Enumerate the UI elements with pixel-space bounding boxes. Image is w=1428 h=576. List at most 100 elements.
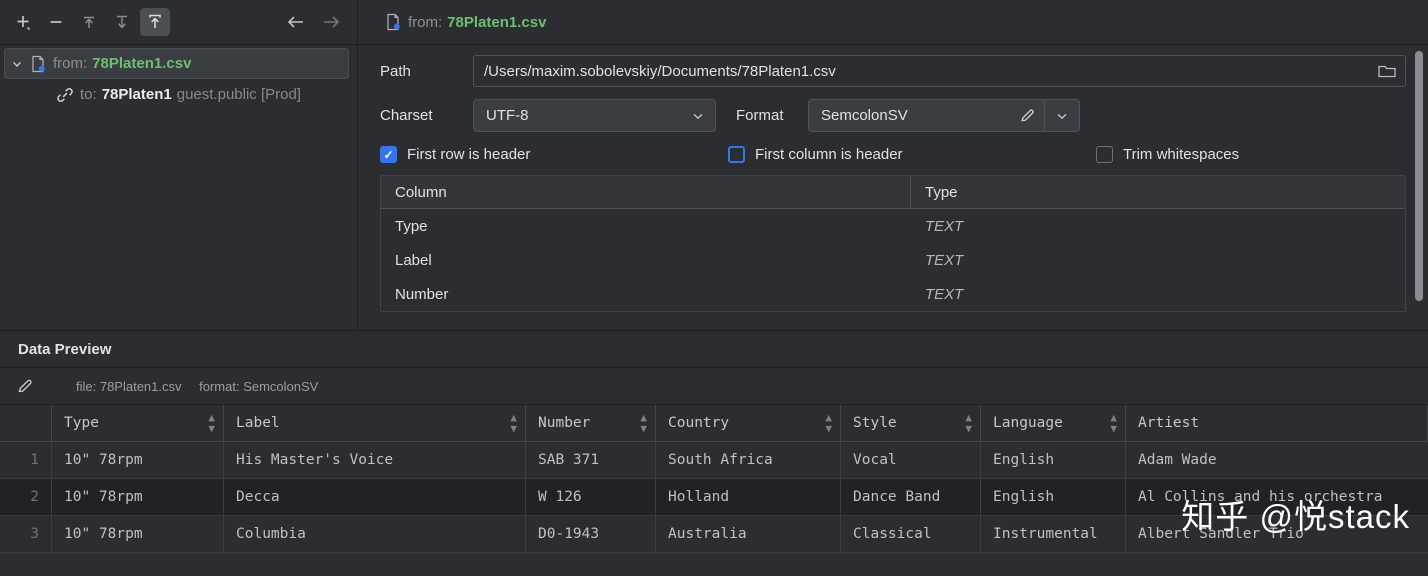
- grid-header-label: Style: [853, 415, 897, 431]
- trim-whitespaces-checkbox[interactable]: Trim whitespaces: [1096, 146, 1239, 163]
- tree-source-filename: 78Platen1.csv: [92, 55, 192, 72]
- settings-filename: 78Platen1.csv: [447, 13, 547, 31]
- charset-label: Charset: [380, 107, 433, 124]
- cell-style[interactable]: Classical: [841, 515, 981, 553]
- back-arrow-icon: [285, 13, 307, 31]
- link-icon: [54, 85, 76, 105]
- cell-label[interactable]: Columbia: [224, 515, 526, 553]
- import-data-dialog: from: 78Platen1.csv to: 78Platen1 guest.…: [0, 0, 1428, 576]
- meta-file: file: 78Platen1.csv: [76, 378, 182, 394]
- cell-artiest[interactable]: Al Collins and his orchestra: [1126, 479, 1428, 516]
- table-row[interactable]: 2 10" 78rpm Decca W 126 Holland Dance Ba…: [0, 478, 1428, 516]
- left-toolbar: [0, 0, 357, 45]
- sort-arrows-icon[interactable]: ▲ ▼: [1110, 412, 1117, 434]
- column-header-column[interactable]: Column: [381, 176, 911, 208]
- forward-button[interactable]: [316, 8, 346, 36]
- pencil-icon[interactable]: [1010, 107, 1044, 124]
- import-button[interactable]: [140, 8, 170, 36]
- format-value: SemcolonSV: [821, 107, 908, 124]
- tree-item-target-table[interactable]: to: 78Platen1 guest.public [Prod]: [0, 79, 357, 110]
- chevron-down-icon[interactable]: [691, 109, 705, 123]
- cell-style[interactable]: Dance Band: [841, 478, 981, 516]
- first-row-is-header-checkbox[interactable]: ✓ First row is header: [380, 146, 728, 163]
- sort-arrows-icon[interactable]: ▲ ▼: [640, 412, 647, 434]
- cell-type[interactable]: 10" 78rpm: [52, 515, 224, 553]
- table-row[interactable]: Label TEXT: [381, 243, 1405, 277]
- table-row[interactable]: 1 10" 78rpm His Master's Voice SAB 371 S…: [0, 441, 1428, 479]
- checkbox-box: [728, 146, 745, 163]
- column-type: TEXT: [925, 217, 964, 235]
- sort-arrows-icon[interactable]: ▲ ▼: [965, 412, 972, 434]
- path-row: Path /Users/maxim.sobolevskiy/Documents/…: [380, 55, 1406, 87]
- cell-number[interactable]: D0-1943: [526, 515, 656, 553]
- tree-target-schema: guest.public [Prod]: [176, 86, 301, 103]
- cell-style[interactable]: Vocal: [841, 441, 981, 479]
- column-type: TEXT: [925, 285, 964, 303]
- charset-select[interactable]: UTF-8: [473, 99, 716, 132]
- chevron-down-icon[interactable]: [7, 54, 27, 74]
- grid-header-label-col[interactable]: Label ▲ ▼: [224, 405, 526, 442]
- minus-icon: [47, 13, 65, 31]
- header-options-row: ✓ First row is header First column is he…: [380, 146, 1406, 163]
- cell-artiest[interactable]: Adam Wade: [1126, 442, 1428, 479]
- grid-header-language[interactable]: Language ▲ ▼: [981, 405, 1126, 442]
- add-button[interactable]: [8, 8, 38, 36]
- folder-icon[interactable]: [1377, 62, 1397, 80]
- grid-header-label: Artiest: [1138, 415, 1200, 431]
- columns-table-header: Column Type: [381, 176, 1405, 209]
- cell-number[interactable]: W 126: [526, 478, 656, 516]
- column-header-type[interactable]: Type: [911, 184, 1405, 201]
- grid-header-style[interactable]: Style ▲ ▼: [841, 405, 981, 442]
- cell-language[interactable]: English: [981, 441, 1126, 479]
- cell-type[interactable]: 10" 78rpm: [52, 478, 224, 516]
- csv-file-icon: [382, 12, 404, 32]
- grid-header-label: Country: [668, 415, 730, 431]
- cell-label[interactable]: Decca: [224, 478, 526, 516]
- column-type: TEXT: [925, 251, 964, 269]
- format-label: Format: [736, 107, 784, 124]
- left-panel: from: 78Platen1.csv to: 78Platen1 guest.…: [0, 0, 358, 330]
- grid-header-artiest[interactable]: Artiest: [1126, 405, 1428, 442]
- grid-header-type[interactable]: Type ▲ ▼: [52, 405, 224, 442]
- cell-artiest[interactable]: Albert Sandler Trio: [1126, 516, 1428, 553]
- remove-button[interactable]: [41, 8, 71, 36]
- plus-icon: [14, 13, 32, 31]
- grid-header-label: Label: [236, 415, 280, 431]
- first-column-is-header-checkbox[interactable]: First column is header: [728, 146, 1096, 163]
- settings-panel: from: 78Platen1.csv Path /Users/maxim.so…: [358, 0, 1428, 330]
- cell-country[interactable]: South Africa: [656, 441, 841, 479]
- sort-arrows-icon[interactable]: ▲ ▼: [825, 412, 832, 434]
- grid-header-row: Type ▲ ▼ Label ▲ ▼ Number ▲ ▼ Country ▲ ▼ St…: [0, 405, 1428, 442]
- path-input[interactable]: /Users/maxim.sobolevskiy/Documents/78Pla…: [473, 55, 1406, 87]
- move-down-button[interactable]: [107, 8, 137, 36]
- tree-to-prefix: to:: [80, 86, 97, 103]
- table-row[interactable]: 3 10" 78rpm Columbia D0-1943 Australia C…: [0, 515, 1428, 553]
- sort-arrows-icon[interactable]: ▲ ▼: [208, 412, 215, 434]
- cell-language[interactable]: Instrumental: [981, 515, 1126, 553]
- grid-header-label: Language: [993, 415, 1063, 431]
- format-select[interactable]: SemcolonSV: [808, 99, 1080, 132]
- grid-header-number[interactable]: Number ▲ ▼: [526, 405, 656, 442]
- settings-vertical-scrollbar[interactable]: [1415, 51, 1423, 301]
- cell-number[interactable]: SAB 371: [526, 441, 656, 479]
- cell-country[interactable]: Holland: [656, 478, 841, 516]
- table-row[interactable]: Type TEXT: [381, 209, 1405, 243]
- cell-language[interactable]: English: [981, 478, 1126, 516]
- pencil-icon[interactable]: [16, 377, 44, 395]
- table-row[interactable]: Number TEXT: [381, 277, 1405, 311]
- sort-arrows-icon[interactable]: ▲ ▼: [510, 412, 517, 434]
- move-up-button[interactable]: [74, 8, 104, 36]
- grid-header-country[interactable]: Country ▲ ▼: [656, 405, 841, 442]
- forward-arrow-icon: [320, 13, 342, 31]
- top-area: from: 78Platen1.csv to: 78Platen1 guest.…: [0, 0, 1428, 331]
- cell-country[interactable]: Australia: [656, 515, 841, 553]
- cell-type[interactable]: 10" 78rpm: [52, 441, 224, 479]
- charset-format-row: Charset UTF-8 Format SemcolonSV: [380, 99, 1406, 132]
- back-button[interactable]: [281, 8, 311, 36]
- data-preview-title: Data Preview: [0, 331, 1428, 368]
- cell-label[interactable]: His Master's Voice: [224, 441, 526, 479]
- checkbox-box: [1096, 146, 1113, 163]
- tree-item-source-file[interactable]: from: 78Platen1.csv: [4, 48, 349, 79]
- arrow-up-to-line-icon: [80, 13, 98, 31]
- chevron-down-icon[interactable]: [1045, 109, 1079, 123]
